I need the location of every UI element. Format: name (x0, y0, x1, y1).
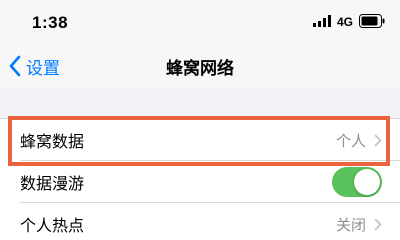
back-label: 设置 (26, 58, 60, 79)
settings-list: 蜂窝数据 个人 数据漫游 个人热点 关闭 (0, 118, 400, 240)
row-label: 蜂窝数据 (20, 132, 85, 151)
status-time: 1:38 (32, 13, 69, 32)
row-data-roaming: 数据漫游 (0, 161, 400, 203)
toggle-knob (354, 169, 380, 195)
row-detail: 关闭 (335, 215, 366, 234)
back-chevron-icon (9, 55, 21, 77)
network-type: 4G (337, 15, 354, 29)
row-detail: 个人 (335, 131, 366, 150)
status-bar: 1:38 4G (0, 0, 400, 44)
battery-icon (359, 14, 385, 28)
row-cellular-data[interactable]: 蜂窝数据 个人 (0, 119, 400, 161)
row-label: 数据漫游 (20, 174, 85, 193)
page-title: 蜂窝网络 (166, 59, 234, 79)
row-label: 个人热点 (20, 216, 85, 235)
nav-bar: 蜂窝网络 设置 (0, 44, 400, 88)
data-roaming-toggle[interactable] (332, 167, 382, 197)
back-button[interactable]: 设置 (8, 52, 60, 80)
row-personal-hotspot[interactable]: 个人热点 关闭 (0, 203, 400, 240)
chevron-right-icon (374, 218, 382, 230)
signal-icon (313, 15, 331, 27)
chevron-right-icon (374, 134, 382, 146)
